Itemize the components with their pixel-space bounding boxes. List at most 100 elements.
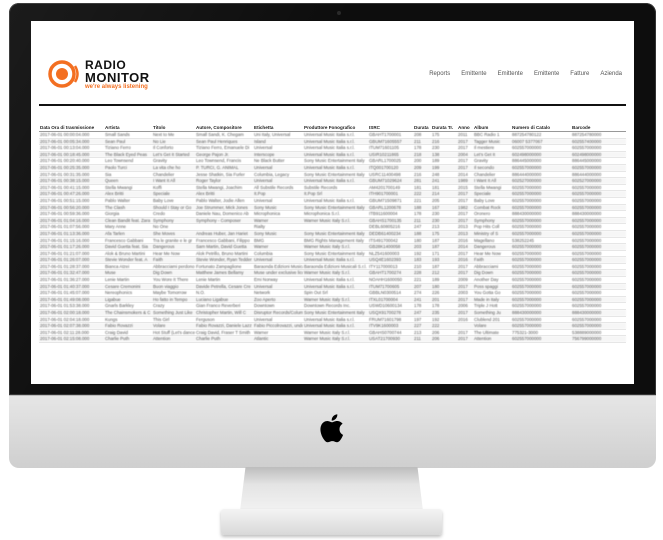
- table-cell: 214: [431, 190, 457, 198]
- table-row[interactable]: 2017-06-01 01:07:56.000 Mary Anne No One Ri…: [39, 223, 626, 231]
- column-header[interactable]: Durata: [413, 124, 431, 132]
- table-row[interactable]: 2017-06-01 00:31:35.000 Sia Chandelier Jess…: [39, 171, 626, 179]
- column-header[interactable]: Etichetta: [253, 124, 303, 132]
- table-cell: Island: [253, 138, 303, 146]
- nav-emittente-3[interactable]: Emittente: [534, 71, 559, 77]
- table-row[interactable]: 2017-06-01 00:51:15.000 Pablo Walter Baby …: [39, 197, 626, 205]
- table-row[interactable]: 2017-06-01 00:59:36.000 Giorgia Credo Danie…: [39, 210, 626, 218]
- table-row[interactable]: 2017-06-01 00:38:15.000 Queen I Want It Al…: [39, 177, 626, 185]
- column-header[interactable]: Numero di Catalo: [511, 124, 571, 132]
- column-header[interactable]: Artista: [104, 124, 152, 132]
- table-cell: Sean Paul Henriques: [195, 138, 253, 146]
- column-header[interactable]: Titolo: [152, 124, 195, 132]
- column-header[interactable]: Durata Tr.: [431, 124, 457, 132]
- column-header[interactable]: Data Ora di trasmissione: [39, 124, 104, 132]
- table-cell: Sony Music Entertainment Italy: [303, 204, 368, 212]
- table-row[interactable]: 2017-06-01 01:26:07.000 Stevie Wonder fea…: [39, 256, 626, 264]
- table-cell: 241: [431, 177, 457, 185]
- column-header[interactable]: Anno: [457, 124, 473, 132]
- table-cell: GBAHT1700001: [368, 131, 413, 139]
- table-row[interactable]: 2017-06-01 01:21:07.000 Alok & Bruno Mart…: [39, 250, 626, 258]
- table-row[interactable]: 2017-06-01 01:36:27.000 Lenie Martin You W…: [39, 276, 626, 284]
- table-cell: 180: [413, 237, 431, 245]
- table-cell: ITY117000013: [368, 263, 413, 271]
- table-cell: Disruptor Records/Columbia: [253, 309, 303, 317]
- table-cell: Symphony: [473, 217, 511, 225]
- nav-emittente-1[interactable]: Emittente: [461, 71, 486, 77]
- table-cell: 227: [413, 322, 431, 330]
- table-row[interactable]: 2017-06-01 01:45:07.000 Nereophonics Maybe…: [39, 289, 626, 297]
- table-row[interactable]: 2017-06-01 00:20:40.000 Leo Townsend Gravi…: [39, 157, 626, 165]
- nav-fatture[interactable]: Fatture: [570, 71, 589, 77]
- nav-reports[interactable]: Reports: [429, 71, 450, 77]
- table-cell: 2017: [457, 283, 473, 291]
- table-row[interactable]: 2017-06-01 00:41:15.000 Stella Mwangi Koff…: [39, 184, 626, 192]
- table-cell: 602557000000: [511, 283, 571, 291]
- table-row[interactable]: 2017-06-01 00:47:26.000 Alex Britti Specia…: [39, 190, 626, 198]
- table-row[interactable]: 2017-06-01 00:05:34.000 Sean Paul No Lie Se…: [39, 138, 626, 146]
- table-cell: Leo Townsend: [104, 157, 152, 165]
- table-cell: Sia: [104, 171, 152, 179]
- table-cell: [303, 223, 368, 231]
- table-row[interactable]: 2017-06-01 01:17:26.000 David Guetta feat…: [39, 243, 626, 251]
- table-cell: 2017: [457, 309, 473, 317]
- table-row[interactable]: 2017-06-01 02:00:18.000 The Chainsmokers …: [39, 309, 626, 317]
- table-row[interactable]: 2017-06-01 02:15:08.000 Charlie Puth Atten…: [39, 335, 626, 343]
- table-cell: 192: [431, 316, 457, 324]
- table-cell: 216: [431, 138, 457, 146]
- table-cell: AM4201700149: [368, 184, 413, 192]
- table-row[interactable]: 2017-06-01 01:15:16.000 Francesco Gabbani…: [39, 237, 626, 245]
- table-row[interactable]: 2017-06-01 01:32:47.000 Muse Dig Down Matth…: [39, 269, 626, 278]
- column-header[interactable]: Produttore Fonografico: [303, 124, 368, 132]
- table-row[interactable]: 2017-06-01 00:18:45.000 The Black Eyed Pe…: [39, 151, 626, 159]
- table-cell: ITB911600004: [368, 210, 413, 218]
- nav-azienda[interactable]: Azienda: [600, 71, 622, 77]
- table-cell: Universal Music Italia s.r.l.: [303, 322, 368, 330]
- table-row[interactable]: 2017-06-01 00:00:04.000 Small Sands Next t…: [39, 131, 626, 139]
- table-cell: P. TURCI, G. ANIMAL: [195, 164, 253, 172]
- table-row[interactable]: 2017-06-01 00:13:04.000 Tiziano Ferro Il C…: [39, 144, 626, 152]
- column-header[interactable]: Barcode: [571, 124, 626, 132]
- table-cell: Universal: [253, 316, 303, 324]
- table-cell: 181: [413, 184, 431, 192]
- table-cell: Sony Music Entertainment Italy: [303, 157, 368, 165]
- column-header[interactable]: Autore, Compositore: [195, 124, 253, 132]
- table-cell: 2017: [457, 164, 473, 172]
- table-cell: Clean Bandit feat. Zara: [104, 217, 152, 225]
- table-cell: Combat Rock: [473, 204, 511, 212]
- table-row[interactable]: 2017-06-01 01:49:08.000 Ligabue Ho fatto i…: [39, 296, 626, 304]
- table-row[interactable]: 2017-06-01 02:07:38.000 Fabio Rovazzi Vola…: [39, 322, 626, 330]
- table-cell: 602557000000: [511, 276, 571, 284]
- table-cell: 538889000000: [571, 329, 626, 337]
- table-cell: 187: [431, 263, 457, 271]
- table-cell: 138: [431, 151, 457, 159]
- table-row[interactable]: 2017-06-01 01:04:16.000 Clean Bandit feat…: [39, 217, 626, 225]
- table-cell: 2014: [457, 171, 473, 179]
- column-header[interactable]: ISRC: [368, 124, 413, 132]
- table-row[interactable]: 2017-06-01 00:25:35.000 Paolo Turci La vit…: [39, 164, 626, 172]
- brand-logo[interactable]: RADIO MONITOR we're always listening: [47, 59, 150, 90]
- column-header[interactable]: Album: [473, 124, 511, 132]
- table-cell: 2017-06-01 02:15:08.000: [39, 335, 104, 343]
- table-row[interactable]: 2017-06-01 01:28:37.000 Bianca Atzei Abbra…: [39, 263, 626, 271]
- broadcast-table: Data Ora di trasmissione Artista Titolo Aut…: [39, 124, 626, 343]
- table-row[interactable]: 2017-06-01 02:04:18.000 Kungs This Girl Fer…: [39, 316, 626, 324]
- table-row[interactable]: 2017-06-01 01:53:38.000 Gnarls Barkley Cra…: [39, 302, 626, 311]
- table-row[interactable]: 2017-06-01 01:40:37.000 Cesare Cremonini B…: [39, 283, 626, 291]
- table-cell: Bianca Atzei: [104, 263, 152, 271]
- table-cell: Speciale: [473, 190, 511, 198]
- nav-emittente-2[interactable]: Emittente: [498, 71, 523, 77]
- table-cell: Hear Me Now: [152, 250, 195, 258]
- table-cell: Universal Music Italia s.r.l.: [303, 316, 368, 324]
- table-cell: 175: [431, 131, 457, 139]
- table-row[interactable]: 2017-06-01 01:13:36.000 Afa Tarlen She Mov…: [39, 230, 626, 238]
- table-cell: 602557000000: [571, 144, 626, 152]
- table-cell: Warner Music Italy S.r.l.: [303, 269, 368, 278]
- table-row[interactable]: 2017-06-01 02:11:28.000 Craig David Hot St…: [39, 329, 626, 337]
- table-cell: 602527000000: [511, 177, 571, 185]
- table-row[interactable]: 2017-06-01 00:56:20.000 The Clash Should I…: [39, 204, 626, 212]
- table-cell: 602498000000: [571, 151, 626, 159]
- table-cell: 2017: [457, 269, 473, 278]
- table-cell: 602557000000: [571, 250, 626, 258]
- table-cell: 2013: [457, 223, 473, 231]
